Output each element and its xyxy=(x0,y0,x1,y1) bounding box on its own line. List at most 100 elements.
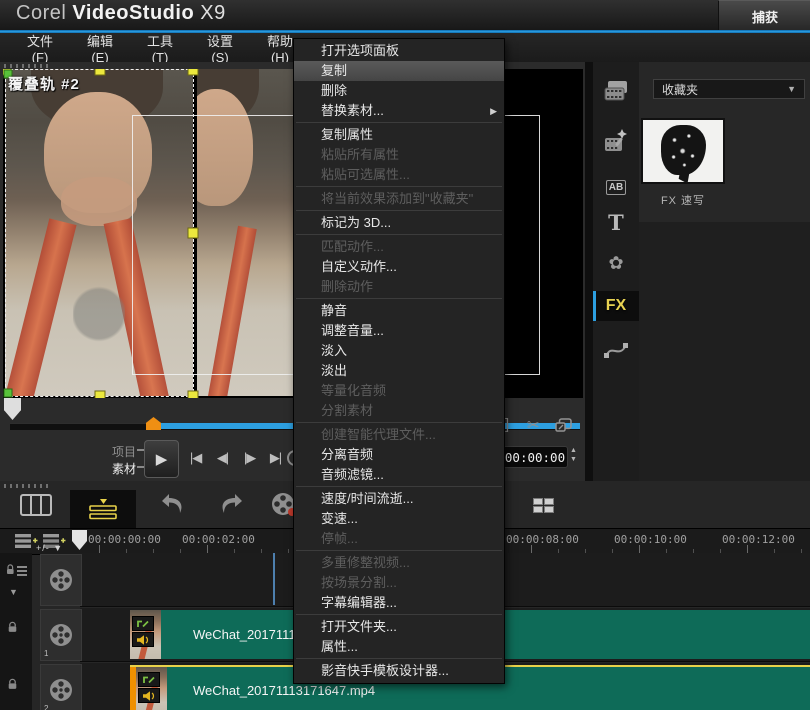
play-button[interactable]: ▶ xyxy=(144,440,179,478)
resize-handle[interactable] xyxy=(94,69,105,76)
next-frame-button[interactable]: |▶ xyxy=(237,447,262,469)
overlay-track-label: 覆叠轨 #2 xyxy=(8,73,80,94)
context-menu-item[interactable]: 音频滤镜... xyxy=(294,465,504,485)
menu-separator xyxy=(296,298,502,299)
lock-all-tracks-icon[interactable] xyxy=(5,563,29,582)
custom-motion-badge-icon xyxy=(138,672,160,687)
motion-tracking-icon[interactable] xyxy=(593,336,639,366)
panel-grip[interactable] xyxy=(4,484,50,488)
track-height-toggle[interactable]: +/- ▼ xyxy=(36,543,63,553)
trim-handle[interactable] xyxy=(146,417,161,430)
context-menu-item-label: 自定义动作... xyxy=(321,259,397,274)
end-button[interactable]: ▶| xyxy=(263,447,288,469)
context-menu-item[interactable]: 变速... xyxy=(294,509,504,529)
overlay-selection-box[interactable] xyxy=(5,69,194,397)
context-menu-item[interactable]: 影音快手模板设计器... xyxy=(294,661,504,681)
split-clip-icon[interactable]: ✂ xyxy=(527,416,540,434)
instant-project-icon[interactable] xyxy=(593,126,639,156)
graphic-icon[interactable]: ✿ xyxy=(593,248,639,278)
context-menu-item[interactable]: 替换素材...▶ xyxy=(294,101,504,121)
context-menu-item[interactable]: 调整音量... xyxy=(294,321,504,341)
context-menu: 打开选项面板复制删除替换素材...▶复制属性粘贴所有属性粘贴可选属性...将当前… xyxy=(293,38,505,684)
context-menu-item-label: 粘贴所有属性 xyxy=(321,147,399,162)
gallery-category-dropdown[interactable]: 收藏夹 ▼ xyxy=(653,79,805,99)
library-panel: AB T ✿ FX 收藏夹 ▼ FX xyxy=(593,62,810,481)
menu-file[interactable]: 文件(F) xyxy=(20,31,60,65)
spinner-down-icon[interactable]: ▼ xyxy=(570,456,577,463)
swap-tracks-icon[interactable] xyxy=(533,498,554,513)
context-menu-item[interactable]: 删除 xyxy=(294,81,504,101)
undo-button[interactable] xyxy=(160,493,186,517)
timecode-display[interactable]: 00:00:00 xyxy=(502,446,568,468)
logo-corel: Corel xyxy=(16,2,66,24)
library-rail: AB T ✿ FX xyxy=(593,62,639,481)
playhead-line xyxy=(273,553,275,605)
context-menu-item[interactable]: 自定义动作... xyxy=(294,257,504,277)
context-menu-item[interactable]: 打开文件夹... xyxy=(294,617,504,637)
mark-out-icon[interactable]: ] xyxy=(505,416,509,433)
menu-edit[interactable]: 编辑(E) xyxy=(80,31,120,65)
context-menu-item[interactable]: 标记为 3D... xyxy=(294,213,504,233)
audio-badge-icon xyxy=(138,688,160,703)
track-lock-icon[interactable] xyxy=(6,678,19,696)
context-menu-item-label: 音频滤镜... xyxy=(321,467,384,482)
resize-handle[interactable] xyxy=(94,391,105,399)
context-menu-item[interactable]: 字幕编辑器... xyxy=(294,593,504,613)
redo-button[interactable] xyxy=(218,493,244,517)
context-menu-item-label: 复制属性 xyxy=(321,127,373,142)
resize-handle[interactable] xyxy=(188,391,199,399)
context-menu-item-label: 分离音频 xyxy=(321,447,373,462)
context-menu-item[interactable]: 分离音频 xyxy=(294,445,504,465)
overlay-track-2-header[interactable]: 2 xyxy=(40,664,82,710)
timecode-spinner[interactable]: ▲▼ xyxy=(568,446,579,466)
clip-mode-label[interactable]: 素材 xyxy=(112,460,136,477)
track-lock-icon[interactable] xyxy=(6,621,19,639)
context-menu-item[interactable]: 复制属性 xyxy=(294,125,504,145)
timeline-view-button[interactable] xyxy=(70,490,136,528)
timeline-playhead[interactable] xyxy=(72,530,87,550)
enlarge-preview-icon[interactable] xyxy=(555,418,572,438)
storyboard-view-button[interactable] xyxy=(20,493,52,517)
project-mode-label[interactable]: 项目 xyxy=(112,443,136,460)
video-track-header[interactable] xyxy=(40,554,82,606)
logo-version: X9 xyxy=(200,2,225,24)
scrub-start-flag[interactable] xyxy=(4,398,21,420)
track-number: 2 xyxy=(44,704,48,710)
fx-label: FX xyxy=(606,297,626,315)
filter-thumbnail[interactable] xyxy=(641,118,725,184)
track-manager-button[interactable] xyxy=(14,532,38,555)
track-rail: ▼ xyxy=(0,553,32,710)
resize-handle[interactable] xyxy=(188,69,199,76)
context-menu-item-label: 字幕编辑器... xyxy=(321,595,397,610)
menu-tools[interactable]: 工具(T) xyxy=(140,31,180,65)
context-menu-item[interactable]: 淡入 xyxy=(294,341,504,361)
title-icon[interactable]: T xyxy=(593,207,639,237)
context-menu-item[interactable]: 静音 xyxy=(294,301,504,321)
context-menu-item[interactable]: 淡出 xyxy=(294,361,504,381)
capture-tab[interactable]: 捕获 xyxy=(718,0,810,31)
panel-grip[interactable] xyxy=(4,64,50,68)
context-menu-item[interactable]: 速度/时间流逝... xyxy=(294,489,504,509)
overlay-track-1-header[interactable]: 1 xyxy=(40,609,82,661)
context-menu-item: 停帧... xyxy=(294,529,504,549)
transition-icon[interactable]: AB xyxy=(593,172,639,202)
context-menu-item[interactable]: 打开选项面板 xyxy=(294,41,504,61)
context-menu-item-label: 将当前效果添加到"收藏夹" xyxy=(321,191,473,206)
context-menu-item-label: 淡出 xyxy=(321,363,347,378)
context-menu-item[interactable]: 复制 xyxy=(294,61,504,81)
filter-icon[interactable]: FX xyxy=(593,291,639,321)
menu-settings[interactable]: 设置(S) xyxy=(200,31,240,65)
spinner-up-icon[interactable]: ▲ xyxy=(570,447,577,454)
distort-handle[interactable] xyxy=(4,389,13,398)
media-library-icon[interactable] xyxy=(593,76,639,106)
collapse-caret-icon[interactable]: ▼ xyxy=(9,587,18,597)
home-button[interactable]: |◀ xyxy=(183,447,208,469)
title-t-label: T xyxy=(608,210,624,235)
context-menu-item-label: 多重修整视频... xyxy=(321,555,410,570)
previous-frame-button[interactable]: ◀| xyxy=(210,447,235,469)
context-menu-item[interactable]: 属性... xyxy=(294,637,504,657)
library-gallery: 收藏夹 ▼ FX 速写 xyxy=(639,62,810,481)
context-menu-item-label: 分割素材 xyxy=(321,403,373,418)
resize-handle[interactable] xyxy=(188,228,199,239)
context-menu-item-label: 删除动作 xyxy=(321,279,373,294)
